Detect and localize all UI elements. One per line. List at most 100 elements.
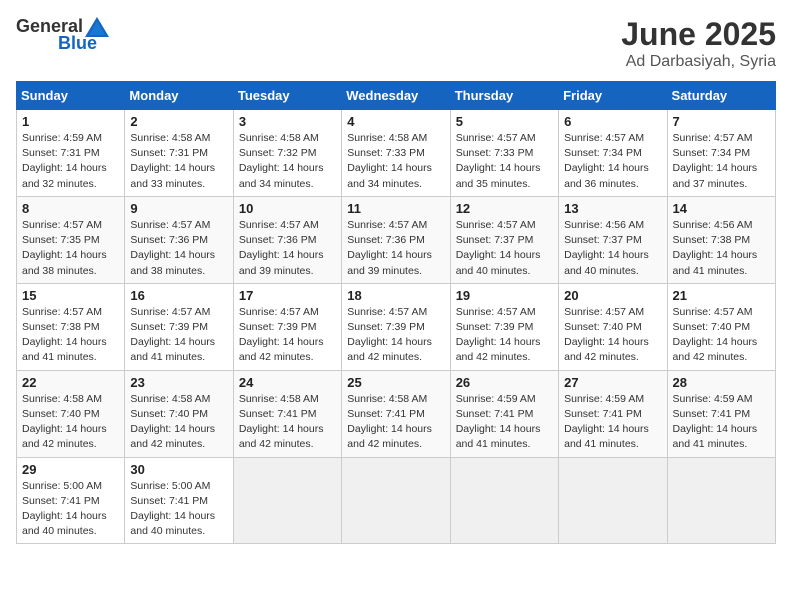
day-number: 5	[456, 114, 553, 129]
table-row: 27Sunrise: 4:59 AM Sunset: 7:41 PM Dayli…	[559, 370, 667, 457]
table-row: 25 Sunrise: 4:58 AM Sunset: 7:41 PM Dayli…	[342, 370, 450, 457]
col-saturday: Saturday	[667, 82, 775, 110]
logo-blue: Blue	[58, 33, 97, 54]
col-tuesday: Tuesday	[233, 82, 341, 110]
day-info: Sunrise: 4:58 AM Sunset: 7:33 PM Dayligh…	[347, 131, 444, 192]
day-number: 28	[673, 375, 770, 390]
day-number: 14	[673, 201, 770, 216]
calendar-table: Sunday Monday Tuesday Wednesday Thursday…	[16, 81, 776, 544]
day-number: 4	[347, 114, 444, 129]
day-info: Sunrise: 4:58 AM Sunset: 7:41 PM Dayligh…	[239, 392, 336, 453]
day-info: Sunrise: 4:57 AM Sunset: 7:40 PM Dayligh…	[564, 305, 661, 366]
table-row: 12 Sunrise: 4:57 AM Sunset: 7:37 PM Dayli…	[450, 196, 558, 283]
day-info: Sunrise: 4:56 AM Sunset: 7:38 PM Dayligh…	[673, 218, 770, 279]
day-info: Sunrise: 4:57 AM Sunset: 7:39 PM Dayligh…	[130, 305, 227, 366]
day-number: 24	[239, 375, 336, 390]
table-row: 8 Sunrise: 4:57 AM Sunset: 7:35 PM Daylig…	[17, 196, 125, 283]
calendar-header-row: Sunday Monday Tuesday Wednesday Thursday…	[17, 82, 776, 110]
day-info: Sunrise: 4:57 AM Sunset: 7:34 PM Dayligh…	[564, 131, 661, 192]
table-row: 4 Sunrise: 4:58 AM Sunset: 7:33 PM Daylig…	[342, 110, 450, 197]
table-row: 5 Sunrise: 4:57 AM Sunset: 7:33 PM Daylig…	[450, 110, 558, 197]
col-wednesday: Wednesday	[342, 82, 450, 110]
day-info: Sunrise: 4:57 AM Sunset: 7:36 PM Dayligh…	[239, 218, 336, 279]
day-info: Sunrise: 4:59 AM Sunset: 7:41 PM Dayligh…	[673, 392, 770, 453]
day-info: Sunrise: 4:56 AM Sunset: 7:37 PM Dayligh…	[564, 218, 661, 279]
day-info: Sunrise: 5:00 AM Sunset: 7:41 PM Dayligh…	[130, 479, 227, 540]
table-row: 10Sunrise: 4:57 AM Sunset: 7:36 PM Dayli…	[233, 196, 341, 283]
table-row	[450, 457, 558, 544]
table-row	[667, 457, 775, 544]
table-row: 11 Sunrise: 4:57 AM Sunset: 7:36 PM Dayli…	[342, 196, 450, 283]
day-number: 7	[673, 114, 770, 129]
day-info: Sunrise: 4:58 AM Sunset: 7:41 PM Dayligh…	[347, 392, 444, 453]
day-info: Sunrise: 4:57 AM Sunset: 7:35 PM Dayligh…	[22, 218, 119, 279]
day-number: 16	[130, 288, 227, 303]
day-info: Sunrise: 4:57 AM Sunset: 7:39 PM Dayligh…	[239, 305, 336, 366]
day-info: Sunrise: 4:58 AM Sunset: 7:32 PM Dayligh…	[239, 131, 336, 192]
calendar-week-row: 8 Sunrise: 4:57 AM Sunset: 7:35 PM Daylig…	[17, 196, 776, 283]
table-row: 14 Sunrise: 4:56 AM Sunset: 7:38 PM Dayli…	[667, 196, 775, 283]
day-number: 11	[347, 201, 444, 216]
day-number: 23	[130, 375, 227, 390]
day-number: 26	[456, 375, 553, 390]
header: General Blue June 2025 Ad Darbasiyah, Sy…	[16, 16, 776, 71]
table-row: 28 Sunrise: 4:59 AM Sunset: 7:41 PM Dayli…	[667, 370, 775, 457]
table-row: 1 Sunrise: 4:59 AM Sunset: 7:31 PM Daylig…	[17, 110, 125, 197]
table-row: 29 Sunrise: 5:00 AM Sunset: 7:41 PM Dayli…	[17, 457, 125, 544]
day-info: Sunrise: 4:59 AM Sunset: 7:41 PM Dayligh…	[456, 392, 553, 453]
table-row: 17 Sunrise: 4:57 AM Sunset: 7:39 PM Dayli…	[233, 283, 341, 370]
day-info: Sunrise: 4:57 AM Sunset: 7:40 PM Dayligh…	[673, 305, 770, 366]
title-area: June 2025 Ad Darbasiyah, Syria	[621, 16, 776, 71]
day-info: Sunrise: 4:58 AM Sunset: 7:40 PM Dayligh…	[22, 392, 119, 453]
day-info: Sunrise: 4:57 AM Sunset: 7:36 PM Dayligh…	[347, 218, 444, 279]
day-number: 1	[22, 114, 119, 129]
calendar-week-row: 1 Sunrise: 4:59 AM Sunset: 7:31 PM Daylig…	[17, 110, 776, 197]
table-row: 13 Sunrise: 4:56 AM Sunset: 7:37 PM Dayli…	[559, 196, 667, 283]
day-number: 13	[564, 201, 661, 216]
day-info: Sunrise: 4:57 AM Sunset: 7:37 PM Dayligh…	[456, 218, 553, 279]
day-number: 3	[239, 114, 336, 129]
day-number: 2	[130, 114, 227, 129]
day-info: Sunrise: 4:58 AM Sunset: 7:40 PM Dayligh…	[130, 392, 227, 453]
day-number: 15	[22, 288, 119, 303]
day-number: 17	[239, 288, 336, 303]
col-thursday: Thursday	[450, 82, 558, 110]
table-row: 2 Sunrise: 4:58 AM Sunset: 7:31 PM Daylig…	[125, 110, 233, 197]
day-number: 29	[22, 462, 119, 477]
table-row: 3 Sunrise: 4:58 AM Sunset: 7:32 PM Daylig…	[233, 110, 341, 197]
table-row: 30 Sunrise: 5:00 AM Sunset: 7:41 PM Dayli…	[125, 457, 233, 544]
calendar-week-row: 29 Sunrise: 5:00 AM Sunset: 7:41 PM Dayli…	[17, 457, 776, 544]
day-info: Sunrise: 4:57 AM Sunset: 7:36 PM Dayligh…	[130, 218, 227, 279]
day-number: 25	[347, 375, 444, 390]
day-info: Sunrise: 4:57 AM Sunset: 7:39 PM Dayligh…	[347, 305, 444, 366]
logo: General Blue	[16, 16, 111, 54]
table-row: 22 Sunrise: 4:58 AM Sunset: 7:40 PM Dayli…	[17, 370, 125, 457]
table-row: 18Sunrise: 4:57 AM Sunset: 7:39 PM Dayli…	[342, 283, 450, 370]
day-number: 12	[456, 201, 553, 216]
table-row: 26 Sunrise: 4:59 AM Sunset: 7:41 PM Dayli…	[450, 370, 558, 457]
day-number: 20	[564, 288, 661, 303]
day-number: 8	[22, 201, 119, 216]
day-info: Sunrise: 4:59 AM Sunset: 7:31 PM Dayligh…	[22, 131, 119, 192]
col-sunday: Sunday	[17, 82, 125, 110]
col-monday: Monday	[125, 82, 233, 110]
table-row: 7Sunrise: 4:57 AM Sunset: 7:34 PM Daylig…	[667, 110, 775, 197]
day-number: 30	[130, 462, 227, 477]
day-info: Sunrise: 5:00 AM Sunset: 7:41 PM Dayligh…	[22, 479, 119, 540]
day-info: Sunrise: 4:57 AM Sunset: 7:33 PM Dayligh…	[456, 131, 553, 192]
day-info: Sunrise: 4:59 AM Sunset: 7:41 PM Dayligh…	[564, 392, 661, 453]
day-info: Sunrise: 4:57 AM Sunset: 7:38 PM Dayligh…	[22, 305, 119, 366]
calendar-title: June 2025	[621, 16, 776, 53]
table-row: 24 Sunrise: 4:58 AM Sunset: 7:41 PM Dayli…	[233, 370, 341, 457]
table-row: 9Sunrise: 4:57 AM Sunset: 7:36 PM Daylig…	[125, 196, 233, 283]
calendar-week-row: 15 Sunrise: 4:57 AM Sunset: 7:38 PM Dayli…	[17, 283, 776, 370]
day-info: Sunrise: 4:58 AM Sunset: 7:31 PM Dayligh…	[130, 131, 227, 192]
table-row	[342, 457, 450, 544]
table-row: 23 Sunrise: 4:58 AM Sunset: 7:40 PM Dayli…	[125, 370, 233, 457]
day-number: 21	[673, 288, 770, 303]
day-number: 19	[456, 288, 553, 303]
table-row	[559, 457, 667, 544]
calendar-week-row: 22 Sunrise: 4:58 AM Sunset: 7:40 PM Dayli…	[17, 370, 776, 457]
day-number: 22	[22, 375, 119, 390]
table-row: 19Sunrise: 4:57 AM Sunset: 7:39 PM Dayli…	[450, 283, 558, 370]
